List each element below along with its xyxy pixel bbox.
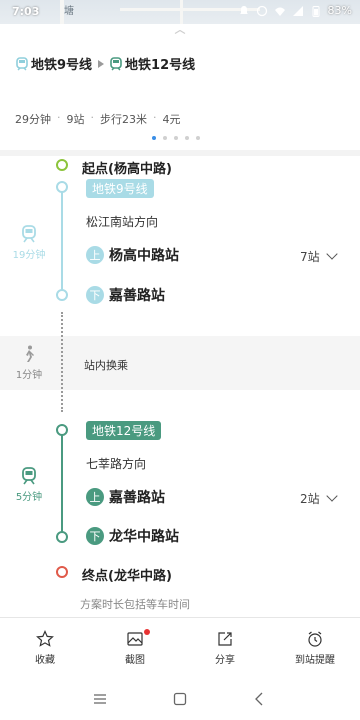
summary-separator: · [90,111,95,124]
back-icon[interactable] [252,691,268,707]
arrival-reminder-label: 到站提醒 [295,655,335,666]
summary-separator: · [153,111,157,124]
walking-icon [26,345,34,362]
map-background[interactable]: 塘 7:03 83% [0,0,360,24]
route-header[interactable]: 地铁9号线 地铁12号线 29分钟 · 9站 · 步行23米 · 4元 [0,24,360,152]
bell-icon [239,5,248,14]
leg1-board-station-name: 杨高中路站 [109,248,179,264]
route-lines: 地铁9号线 地铁12号线 [16,54,195,73]
leg2-board-station-name: 嘉善路站 [109,490,165,506]
page-dot[interactable] [185,136,189,140]
arrival-reminder-button[interactable]: 到站提醒 [270,618,360,677]
end-node [56,566,68,578]
route-line-1: 地铁9号线 [16,54,92,73]
favorite-button[interactable]: 收藏 [0,618,90,677]
route-page-indicator[interactable] [152,136,200,140]
alarm-icon [308,631,322,647]
summary-stops: 9站 [66,113,85,126]
battery-percent: 83% [327,4,352,17]
leg2-alight-node [56,531,68,543]
leg1-board-station: 上 杨高中路站 [86,245,179,265]
share-button[interactable]: 分享 [180,618,270,677]
section-divider [0,150,360,156]
board-badge: 上 [86,488,104,506]
route-line-1-name: 地铁9号线 [31,58,93,73]
screenshot-icon [127,632,143,646]
leg2-board-station: 上 嘉善路站 [86,487,165,507]
screenshot-button[interactable]: 截图 [90,618,180,677]
line-12-rail [61,430,63,537]
metro-icon [22,467,36,485]
leg2-board-node [56,424,68,436]
drag-handle-icon[interactable] [174,30,186,34]
route-line-2-name: 地铁12号线 [125,58,196,73]
page-dot[interactable] [196,136,200,140]
star-icon [36,630,54,647]
summary-separator: · [57,111,61,124]
menu-icon[interactable] [92,691,108,707]
route-note: 方案时长包括等车时间 [80,598,190,611]
leg2-duration: 5分钟 [15,492,43,503]
transfer-section [0,336,360,390]
system-nav-bar [0,677,360,720]
leg2-alight-station-name: 龙华中路站 [109,529,179,545]
status-time: 7:03 [12,5,40,18]
transfer-mode: 1分钟 [8,345,50,381]
leg1-stop-count-toggle[interactable]: 7站 [300,248,338,265]
page-dot[interactable] [174,136,178,140]
metro-icon [22,225,36,243]
leg2-mode: 5分钟 [8,467,50,503]
alight-badge: 下 [86,286,104,304]
signal-icon [292,5,303,16]
route-line-2: 地铁12号线 [110,54,195,73]
route-summary: 29分钟 · 9站 · 步行23米 · 4元 [15,111,181,127]
leg2-stop-count: 2站 [300,492,320,506]
leg2-direction: 七莘路方向 [86,457,147,471]
battery-icon [312,5,320,17]
alarm-status-icon [256,5,267,16]
leg1-line-chip: 地铁9号线 [86,179,154,198]
summary-walk: 步行23米 [100,113,147,126]
leg1-alight-station: 下 嘉善路站 [86,285,165,305]
chevron-down-icon [325,248,338,260]
start-node [56,159,68,171]
action-bar: 收藏 截图 分享 到站提醒 [0,617,360,677]
map-place-label: 塘 [64,6,74,17]
share-icon [218,632,232,646]
leg1-alight-station-name: 嘉善路站 [109,288,165,304]
leg2-line-chip: 地铁12号线 [86,421,162,440]
favorite-label: 收藏 [35,655,55,666]
metro-icon [110,56,122,70]
leg1-alight-node [56,289,68,301]
leg1-direction: 松江南站方向 [86,215,159,229]
alight-badge: 下 [86,527,104,545]
leg2-alight-station: 下 龙华中路站 [86,526,179,546]
chevron-down-icon [325,490,338,502]
line-9-rail [61,186,63,294]
leg1-duration: 19分钟 [12,250,46,261]
screenshot-label: 截图 [125,655,145,666]
start-label: 起点(杨高中路) [82,162,172,177]
leg1-mode: 19分钟 [8,225,50,261]
end-label: 终点(龙华中路) [82,569,172,584]
transfer-dotted-line [61,312,63,412]
arrow-right-icon [98,59,105,68]
metro-icon [16,56,28,70]
page-dot-active[interactable] [152,136,156,140]
summary-duration: 29分钟 [15,113,51,126]
status-icons: 83% [238,4,352,17]
notification-dot [144,629,150,635]
page-dot[interactable] [163,136,167,140]
home-icon[interactable] [172,691,188,707]
leg1-stop-count: 7站 [300,250,320,264]
summary-fare: 4元 [162,113,181,126]
leg2-stop-count-toggle[interactable]: 2站 [300,490,338,507]
transfer-text: 站内换乘 [84,359,128,372]
board-badge: 上 [86,246,104,264]
leg1-board-node [56,181,68,193]
transfer-duration: 1分钟 [15,370,43,381]
wifi-icon [274,7,285,16]
share-label: 分享 [215,655,235,666]
